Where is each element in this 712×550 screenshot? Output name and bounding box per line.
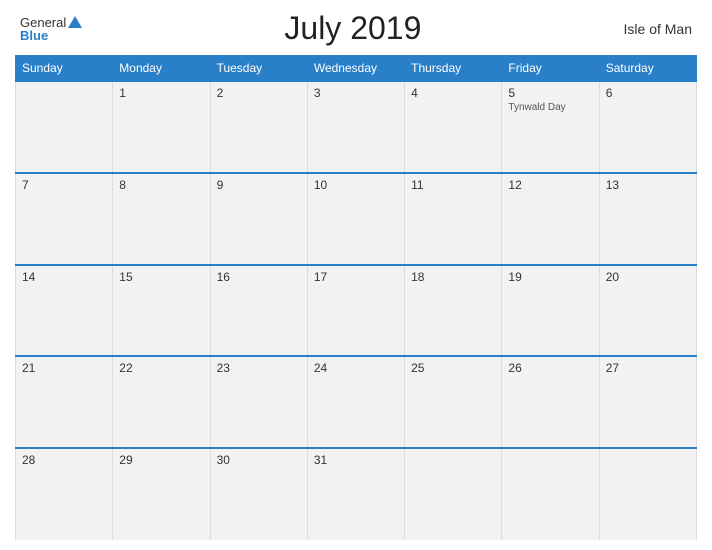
calendar-cell: 17	[307, 265, 404, 357]
calendar-cell	[16, 81, 113, 173]
calendar-week-row: 14 15 16 17 18 19 20	[16, 265, 697, 357]
calendar-cell: 3	[307, 81, 404, 173]
day-number: 22	[119, 361, 203, 375]
calendar-cell: 7	[16, 173, 113, 265]
calendar-header-row: SundayMondayTuesdayWednesdayThursdayFrid…	[16, 56, 697, 82]
calendar-cell: 22	[113, 356, 210, 448]
day-number: 15	[119, 270, 203, 284]
day-number: 24	[314, 361, 398, 375]
day-number: 29	[119, 453, 203, 467]
calendar-body: 12345Tynwald Day678910111213141516171819…	[16, 81, 697, 540]
day-number: 17	[314, 270, 398, 284]
calendar-cell: 28	[16, 448, 113, 540]
day-number: 10	[314, 178, 398, 192]
event-text: Tynwald Day	[508, 102, 592, 113]
calendar-cell: 14	[16, 265, 113, 357]
day-number: 12	[508, 178, 592, 192]
day-number: 4	[411, 86, 495, 100]
calendar-table: SundayMondayTuesdayWednesdayThursdayFrid…	[15, 55, 697, 540]
day-number: 18	[411, 270, 495, 284]
calendar-week-row: 28 29 30 31	[16, 448, 697, 540]
day-number: 21	[22, 361, 106, 375]
calendar-cell: 1	[113, 81, 210, 173]
calendar-cell: 6	[599, 81, 696, 173]
calendar-cell	[405, 448, 502, 540]
calendar-cell: 12	[502, 173, 599, 265]
calendar-cell: 8	[113, 173, 210, 265]
day-number: 2	[217, 86, 301, 100]
month-title: July 2019	[284, 10, 421, 47]
calendar-week-row: 789 10 11 12 13	[16, 173, 697, 265]
calendar-cell: 21	[16, 356, 113, 448]
weekday-header-wednesday: Wednesday	[307, 56, 404, 82]
day-number: 28	[22, 453, 106, 467]
calendar-cell: 10	[307, 173, 404, 265]
day-number: 7	[22, 178, 106, 192]
weekday-header-thursday: Thursday	[405, 56, 502, 82]
calendar-week-row: 21 22 23 24 25 26 27	[16, 356, 697, 448]
calendar-cell: 13	[599, 173, 696, 265]
weekday-header-tuesday: Tuesday	[210, 56, 307, 82]
day-number: 19	[508, 270, 592, 284]
calendar-cell: 11	[405, 173, 502, 265]
day-number: 1	[119, 86, 203, 100]
day-number: 14	[22, 270, 106, 284]
day-number: 5	[508, 86, 592, 100]
calendar-week-row: 12345 Tynwald Day 6	[16, 81, 697, 173]
logo-triangle-icon	[68, 16, 82, 28]
calendar-wrapper: General Blue July 2019 Isle of Man Sunda…	[0, 0, 712, 550]
weekday-header-sunday: Sunday	[16, 56, 113, 82]
day-number: 23	[217, 361, 301, 375]
day-number: 11	[411, 178, 495, 192]
calendar-cell: 24	[307, 356, 404, 448]
day-number: 3	[314, 86, 398, 100]
day-number: 9	[217, 178, 301, 192]
calendar-cell: 31	[307, 448, 404, 540]
calendar-cell: 9	[210, 173, 307, 265]
calendar-cell: 16	[210, 265, 307, 357]
logo-general-text: General	[20, 16, 66, 29]
logo-blue-text: Blue	[20, 29, 48, 42]
calendar-cell: 4	[405, 81, 502, 173]
day-number: 16	[217, 270, 301, 284]
logo: General Blue	[20, 16, 82, 42]
weekday-header-friday: Friday	[502, 56, 599, 82]
weekday-header-monday: Monday	[113, 56, 210, 82]
day-number: 26	[508, 361, 592, 375]
weekday-header-saturday: Saturday	[599, 56, 696, 82]
day-number: 20	[606, 270, 690, 284]
day-number: 25	[411, 361, 495, 375]
calendar-cell: 26	[502, 356, 599, 448]
calendar-cell: 30	[210, 448, 307, 540]
day-number: 8	[119, 178, 203, 192]
calendar-cell: 15	[113, 265, 210, 357]
day-number: 31	[314, 453, 398, 467]
calendar-cell	[599, 448, 696, 540]
calendar-cell: 18	[405, 265, 502, 357]
calendar-cell: 2	[210, 81, 307, 173]
day-number: 6	[606, 86, 690, 100]
day-number: 13	[606, 178, 690, 192]
calendar-cell: 20	[599, 265, 696, 357]
calendar-cell: 23	[210, 356, 307, 448]
calendar-cell: 25	[405, 356, 502, 448]
calendar-cell: 5 Tynwald Day	[502, 81, 599, 173]
calendar-cell	[502, 448, 599, 540]
calendar-header: General Blue July 2019 Isle of Man	[15, 10, 697, 47]
day-number: 27	[606, 361, 690, 375]
calendar-cell: 19	[502, 265, 599, 357]
day-number: 30	[217, 453, 301, 467]
region-name: Isle of Man	[624, 21, 692, 37]
calendar-cell: 27	[599, 356, 696, 448]
calendar-cell: 29	[113, 448, 210, 540]
